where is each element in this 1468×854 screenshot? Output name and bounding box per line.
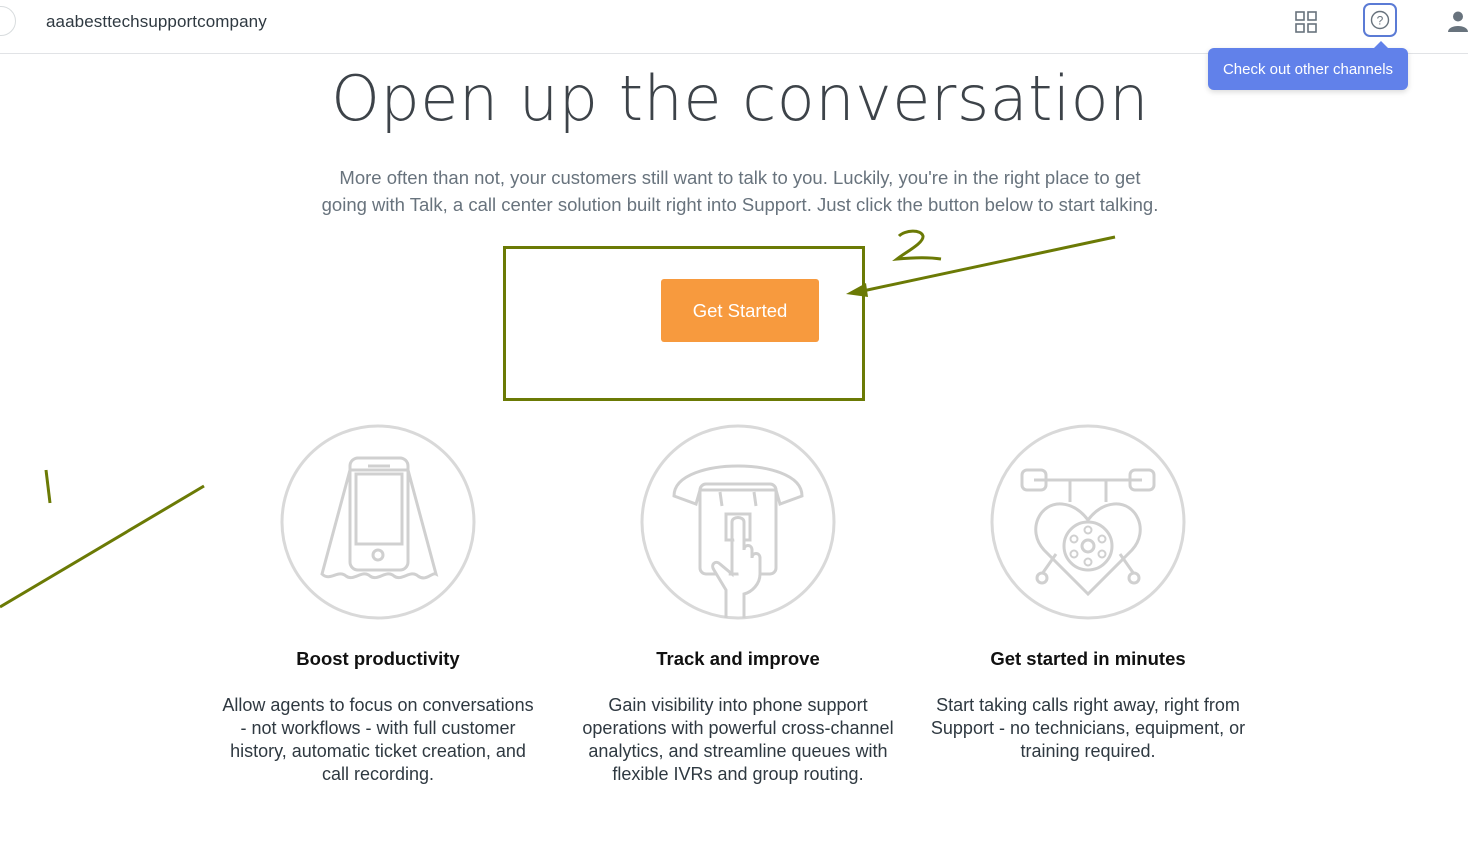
smartphone-icon	[280, 424, 476, 620]
feature-description: Start taking calls right away, right fro…	[928, 694, 1248, 763]
feature-description-line: Allow agents to focus on conversations	[222, 695, 534, 715]
intro-text: More often than not, your customers stil…	[300, 164, 1180, 218]
svg-text:?: ?	[1377, 14, 1384, 28]
user-profile-icon[interactable]	[1446, 9, 1468, 33]
phone-dial-icon	[640, 424, 836, 620]
brand-name: aaabesttechsupportcompany	[46, 12, 267, 31]
intro-line: going with Talk, a call center solution …	[321, 194, 1159, 215]
annotation-number-2	[892, 229, 942, 261]
page-title: Open up the conversation	[331, 62, 1149, 135]
feature-description-line: Support - no technicians, equipment, or	[930, 718, 1246, 738]
annotation-number-1	[44, 469, 52, 504]
help-button[interactable]: ?	[1363, 3, 1397, 37]
intro-line: More often than not, your customers stil…	[339, 167, 1141, 188]
feature-description-line: - not workflows - with full customer	[240, 718, 516, 738]
feature-title: Boost productivity	[296, 648, 460, 669]
apps-grid-icon[interactable]	[1294, 10, 1318, 34]
feature-description-line: operations with powerful cross-channel	[582, 718, 894, 738]
feature-description-line: training required.	[1020, 741, 1156, 761]
feature-description: Allow agents to focus on conversations -…	[218, 694, 538, 786]
feature-description-line: call recording.	[321, 764, 435, 784]
feature-description: Gain visibility into phone support opera…	[578, 694, 898, 786]
arrow-2-line	[857, 235, 1116, 294]
top-bar: aaabesttechsupportcompany ?	[0, 0, 1468, 54]
feature-title: Get started in minutes	[990, 648, 1186, 669]
feature-description-line: history, automatic ticket creation, and	[230, 741, 526, 761]
feature-description-line: analytics, and streamline queues with	[588, 741, 888, 761]
question-icon: ?	[1370, 10, 1390, 30]
arrow-1-line	[0, 484, 205, 609]
back-button[interactable]	[0, 6, 16, 36]
feature-description-line: flexible IVRs and group routing.	[612, 764, 864, 784]
feature-description-line: Gain visibility into phone support	[608, 695, 868, 715]
get-started-button[interactable]: Get Started	[661, 279, 819, 342]
feature-description-line: Start taking calls right away, right fro…	[936, 695, 1240, 715]
feature-title: Track and improve	[656, 648, 820, 669]
heart-telephone-icon	[990, 424, 1186, 620]
